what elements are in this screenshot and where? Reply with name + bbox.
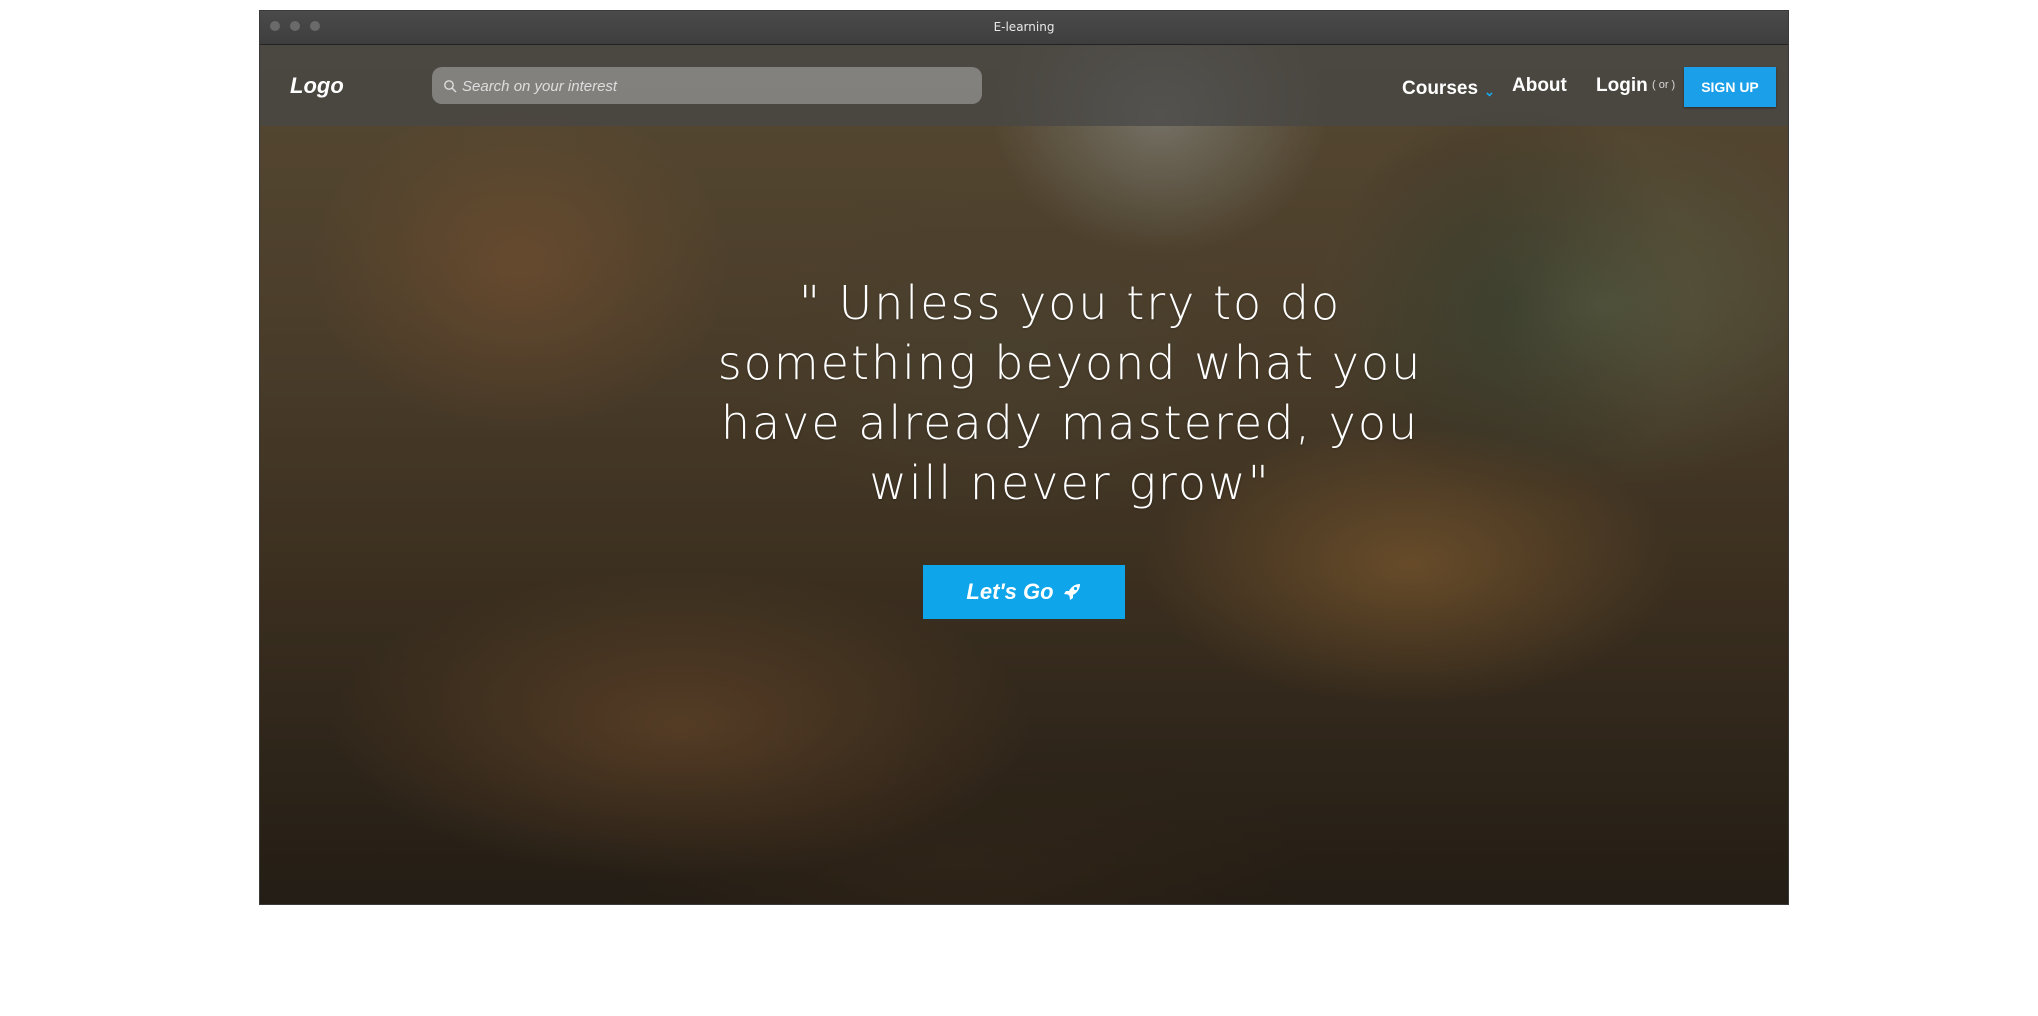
lets-go-button[interactable]: Let's Go xyxy=(923,565,1125,619)
rocket-icon xyxy=(1063,584,1080,600)
chevron-down-icon: ⌄ xyxy=(1484,84,1495,99)
nav-about-link[interactable]: About xyxy=(1512,45,1567,126)
search-box[interactable] xyxy=(432,67,982,106)
browser-window: E-learning Logo Courses ⌄ About Login ( … xyxy=(259,10,1789,905)
nav-courses-dropdown[interactable]: Courses ⌄ xyxy=(1402,45,1495,132)
search-icon xyxy=(444,80,457,93)
search-input[interactable] xyxy=(460,67,964,106)
window-title: E-learning xyxy=(993,20,1055,34)
hero-section: Logo Courses ⌄ About Login ( or ) SIGN U… xyxy=(260,45,1788,904)
nav-or-separator: ( or ) xyxy=(1652,79,1676,91)
site-logo[interactable]: Logo xyxy=(290,45,344,126)
window-titlebar: E-learning xyxy=(260,11,1788,45)
signup-button[interactable]: SIGN UP xyxy=(1684,67,1776,107)
lets-go-label: Let's Go xyxy=(966,579,1054,604)
nav-courses-label: Courses xyxy=(1402,78,1479,99)
nav-login-link[interactable]: Login xyxy=(1596,45,1648,126)
hero-quote: " Unless you try to do something beyond … xyxy=(717,276,1423,510)
top-navbar: Logo Courses ⌄ About Login ( or ) SIGN U… xyxy=(260,45,1788,126)
